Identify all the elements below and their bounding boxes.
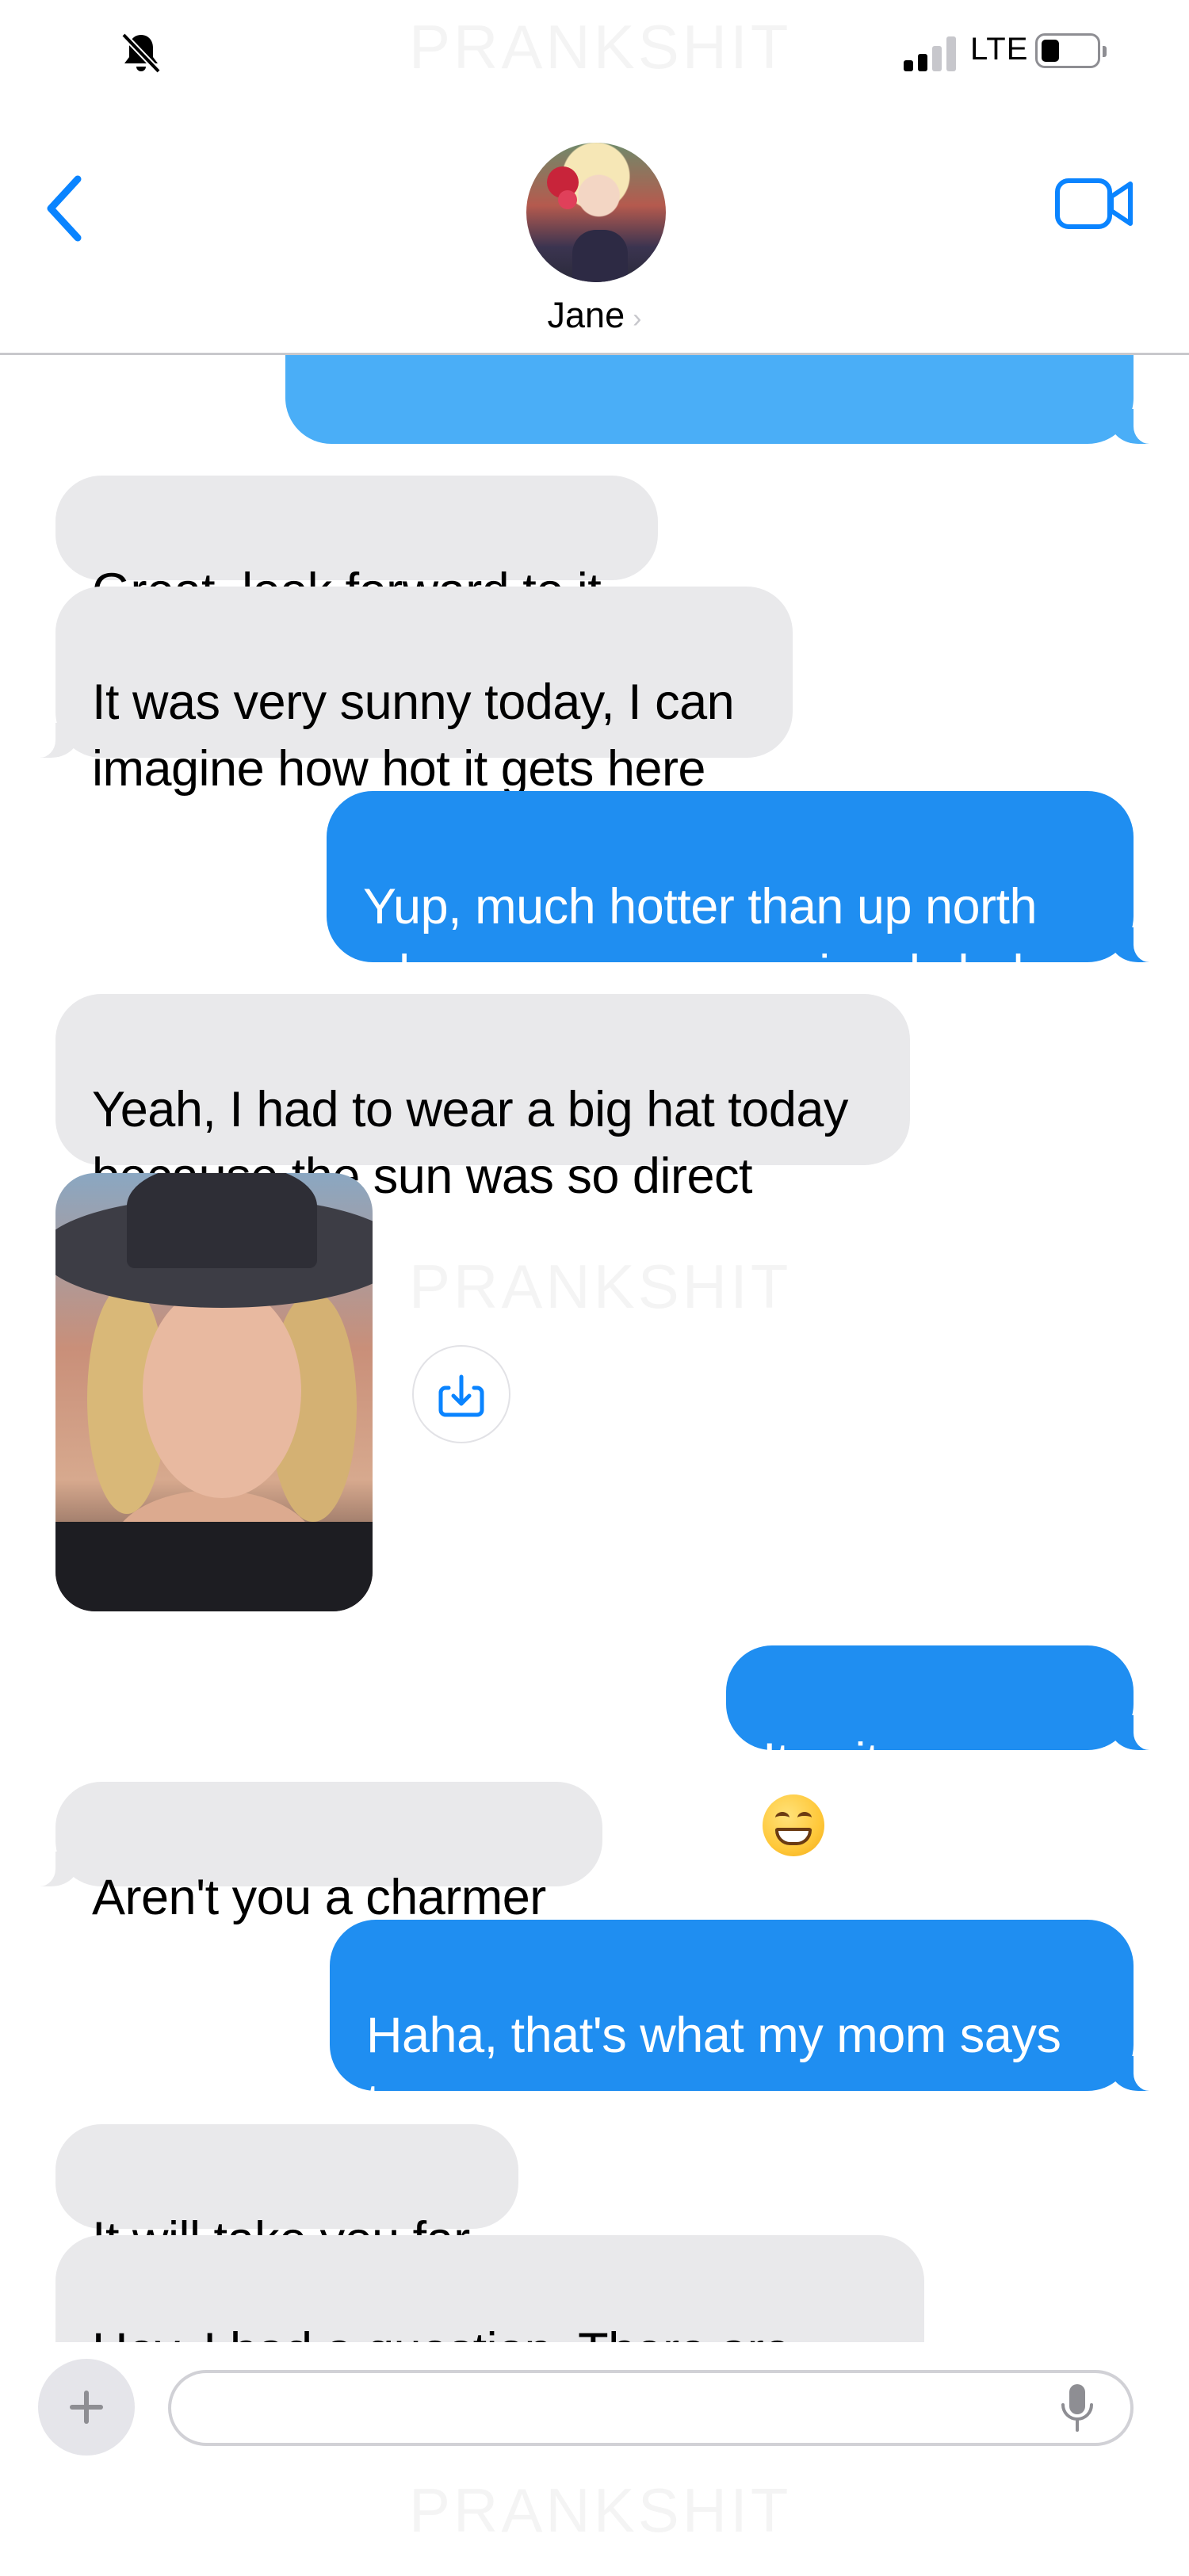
contact-name-label: Jane xyxy=(547,295,625,335)
message-text: Yup, much hotter than up north where you… xyxy=(363,879,1068,1001)
chevron-right-icon: › xyxy=(633,304,642,334)
message-text: It suits you xyxy=(763,1733,997,1789)
message-bubble-incoming[interactable]: Great, look forward to it xyxy=(55,476,658,619)
download-icon xyxy=(438,1374,484,1417)
watermark-middle: PRANKSHIT xyxy=(409,1251,791,1323)
add-attachment-button[interactable] xyxy=(38,2359,135,2456)
message-bubble-incoming[interactable]: Aren't you a charmer xyxy=(32,1782,602,1925)
network-label: LTE xyxy=(970,32,1029,67)
message-text: Haha, that's what my mom says too xyxy=(366,2008,1061,2130)
message-bubble-incoming[interactable]: Yeah, I had to wear a big hat today beca… xyxy=(55,994,910,1204)
contact-name[interactable]: Jane › xyxy=(0,295,1189,336)
grinning-emoji-icon xyxy=(763,1794,824,1856)
signal-icon xyxy=(904,36,959,71)
avatar[interactable] xyxy=(526,143,666,282)
watermark-top: PRANKSHIT xyxy=(409,11,791,83)
message-bubble-outgoing[interactable]: Haha, that's what my mom says too xyxy=(330,1920,1157,2130)
microphone-icon[interactable] xyxy=(1057,2381,1097,2436)
watermark-bottom: PRANKSHIT xyxy=(409,2475,791,2547)
message-text: Aren't you a charmer xyxy=(92,1870,546,1925)
save-image-button[interactable] xyxy=(412,1345,510,1443)
mute-bell-icon xyxy=(121,32,161,74)
message-input[interactable] xyxy=(168,2370,1134,2446)
video-call-icon[interactable] xyxy=(1054,176,1134,231)
message-bubble-outgoing[interactable]: It suits you xyxy=(726,1645,1157,1856)
message-text: It was very sunny today, I can imagine h… xyxy=(92,675,735,797)
message-bubble-outgoing[interactable]: Yup, much hotter than up north where you… xyxy=(327,791,1157,1001)
message-bubble-incoming[interactable]: It will take you far xyxy=(55,2124,518,2268)
photo-attachment[interactable] xyxy=(55,1173,373,1611)
back-chevron-icon[interactable] xyxy=(43,173,90,244)
message-bubble-incoming[interactable]: It was very sunny today, I can imagine h… xyxy=(32,587,793,797)
battery-icon xyxy=(1035,33,1107,68)
